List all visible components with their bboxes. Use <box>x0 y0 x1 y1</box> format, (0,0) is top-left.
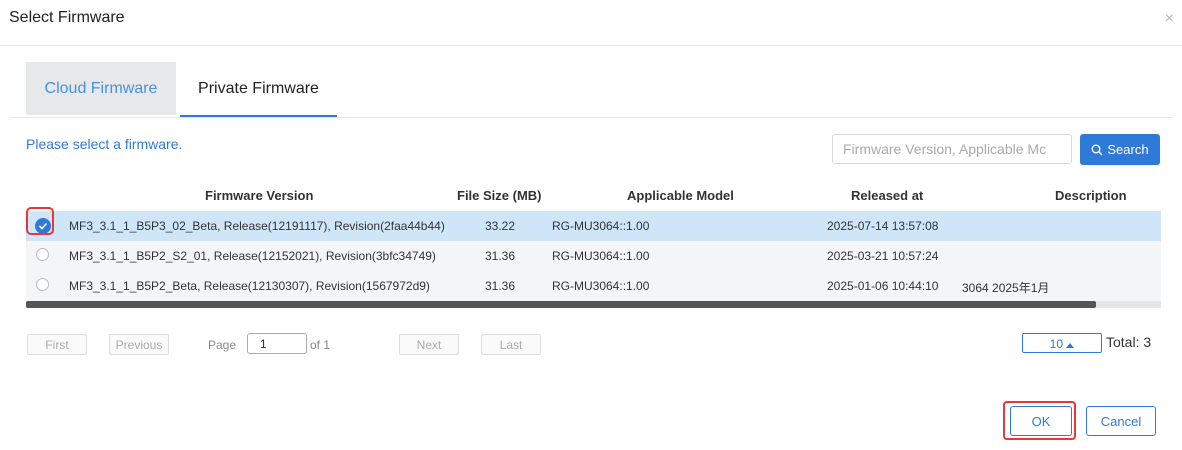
released-cell: 2025-07-14 13:57:08 <box>827 219 939 233</box>
tab-cloud-firmware[interactable]: Cloud Firmware <box>26 62 176 115</box>
file-size-cell: 31.36 <box>485 279 516 293</box>
page-size-select[interactable]: 10 <box>1022 333 1102 353</box>
table-row[interactable]: MF3_3.1_1_B5P2_Beta, Release(12130307), … <box>26 271 1161 301</box>
radio-unchecked[interactable] <box>36 278 49 291</box>
next-page-button[interactable]: Next <box>399 334 459 355</box>
search-button[interactable]: Search <box>1080 134 1160 165</box>
cancel-button[interactable]: Cancel <box>1086 406 1156 436</box>
radio-checked[interactable] <box>35 218 51 234</box>
search-icon <box>1091 144 1103 155</box>
page-size-value: 10 <box>1049 337 1063 351</box>
scrollbar-thumb[interactable] <box>26 301 1096 308</box>
total-count: Total: 3 <box>1106 334 1152 350</box>
released-cell: 2025-03-21 10:57:24 <box>827 249 939 263</box>
description-cell: 3064 2025年1月 <box>962 281 1050 295</box>
select-hint: Please select a firmware. <box>26 136 183 152</box>
search-input[interactable] <box>832 134 1072 164</box>
col-header-description[interactable]: Description <box>1055 188 1127 203</box>
tab-divider <box>10 117 1172 118</box>
radio-unchecked[interactable] <box>36 248 49 261</box>
file-size-cell: 33.22 <box>485 219 516 233</box>
horizontal-scrollbar[interactable] <box>26 301 1161 308</box>
last-page-button[interactable]: Last <box>481 334 541 355</box>
col-header-file-size[interactable]: File Size (MB) <box>457 188 542 203</box>
firmware-version-cell: MF3_3.1_1_B5P2_Beta, Release(12130307), … <box>69 279 430 293</box>
select-firmware-dialog: Select Firmware × Cloud Firmware Private… <box>0 0 1182 450</box>
model-cell: RG-MU3064::1.00 <box>552 219 650 233</box>
page-count-label: of 1 <box>310 338 331 352</box>
ok-button[interactable]: OK <box>1010 406 1072 436</box>
page-label: Page <box>208 338 237 352</box>
dialog-header: Select Firmware × <box>0 0 1182 46</box>
table-row[interactable]: MF3_3.1_1_B5P3_02_Beta, Release(12191117… <box>26 207 1161 241</box>
search-button-label: Search <box>1107 142 1149 157</box>
dialog-title: Select Firmware <box>9 9 125 26</box>
caret-up-icon <box>1066 343 1075 348</box>
first-page-button[interactable]: First <box>27 334 87 355</box>
close-icon[interactable]: × <box>1165 11 1174 27</box>
col-header-applicable-model[interactable]: Applicable Model <box>627 188 734 203</box>
col-header-released-at[interactable]: Released at <box>851 188 923 203</box>
file-size-cell: 31.36 <box>485 249 516 263</box>
model-cell: RG-MU3064::1.00 <box>552 279 650 293</box>
firmware-version-cell: MF3_3.1_1_B5P2_S2_01, Release(12152021),… <box>69 249 436 263</box>
firmware-version-cell: MF3_3.1_1_B5P3_02_Beta, Release(12191117… <box>69 219 445 233</box>
col-header-firmware-version[interactable]: Firmware Version <box>205 188 313 203</box>
table-row[interactable]: MF3_3.1_1_B5P2_S2_01, Release(12152021),… <box>26 241 1161 271</box>
check-icon <box>38 222 48 230</box>
tab-private-firmware[interactable]: Private Firmware <box>180 62 337 117</box>
previous-page-button[interactable]: Previous <box>109 334 169 355</box>
released-cell: 2025-01-06 10:44:10 <box>827 279 939 293</box>
model-cell: RG-MU3064::1.00 <box>552 249 650 263</box>
page-number-input[interactable] <box>247 333 307 354</box>
